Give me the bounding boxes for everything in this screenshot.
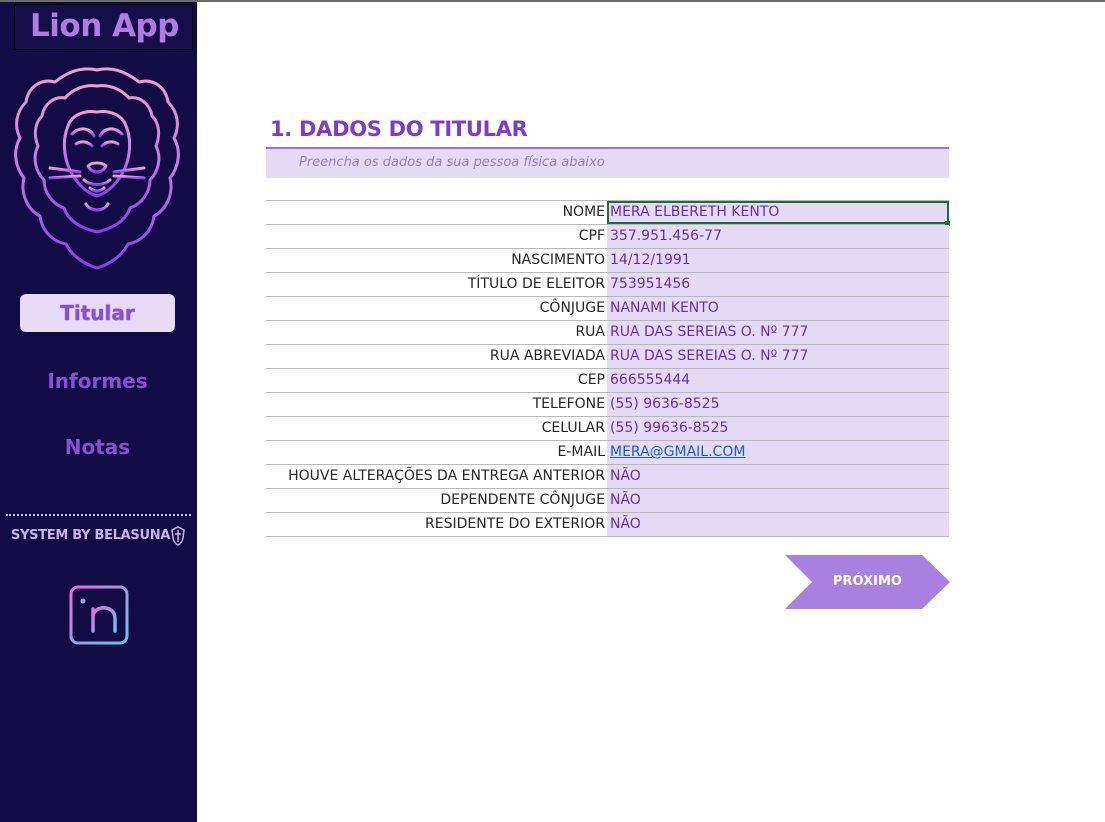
- nav-informes-button[interactable]: Informes: [20, 362, 175, 400]
- field-label: TELEFONE: [532, 396, 605, 412]
- linkedin-icon[interactable]: [69, 585, 129, 645]
- field-label: CELULAR: [541, 420, 605, 436]
- subtitle: Preencha os dados da sua pessoa física a…: [299, 155, 605, 170]
- field-value-alteracoes[interactable]: NÃO: [607, 465, 949, 488]
- field-value-rua[interactable]: RUA DAS SEREIAS O. Nº 777: [607, 321, 949, 344]
- field-label: RUA ABREVIADA: [489, 348, 605, 364]
- field-row-dependente-conjuge: DEPENDENTE CÔNJUGE NÃO: [266, 489, 949, 513]
- field-row-residente-exterior: RESIDENTE DO EXTERIOR NÃO: [266, 513, 949, 537]
- field-label: CPF: [578, 228, 605, 244]
- lion-logo: [14, 67, 180, 270]
- field-row-cpf: CPF 357.951.456-77: [266, 225, 949, 249]
- field-value-cep[interactable]: 666555444: [607, 369, 949, 392]
- field-row-celular: CELULAR (55) 99636-8525: [266, 417, 949, 441]
- field-label: NOME: [562, 204, 605, 220]
- field-row-titulo-eleitor: TÍTULO DE ELEITOR 753951456: [266, 273, 949, 297]
- field-value-dependente-conjuge[interactable]: NÃO: [607, 489, 949, 512]
- credit-text: SYSTEM BY BELASUNA: [11, 528, 171, 543]
- field-label: DEPENDENTE CÔNJUGE: [440, 492, 605, 508]
- field-value-celular[interactable]: (55) 99636-8525: [607, 417, 949, 440]
- field-value-nome[interactable]: MERA ELBERETH KENTO: [607, 201, 949, 224]
- field-value-residente-exterior[interactable]: NÃO: [607, 513, 949, 536]
- nav-notas-button[interactable]: Notas: [20, 428, 175, 466]
- field-row-cep: CEP 666555444: [266, 369, 949, 393]
- field-value-conjuge[interactable]: NANAMI KENTO: [607, 297, 949, 320]
- sidebar: Lion App Titular Informes Notas SYSTEM B…: [0, 2, 197, 822]
- field-row-rua: RUA RUA DAS SEREIAS O. Nº 777: [266, 321, 949, 345]
- field-label: CEP: [577, 372, 605, 388]
- field-row-email: E-MAIL MERA@GMAIL.COM: [266, 441, 949, 465]
- field-value-titulo-eleitor[interactable]: 753951456: [607, 273, 949, 296]
- field-row-alteracoes: HOUVE ALTERAÇÕES DA ENTREGA ANTERIOR NÃO: [266, 465, 949, 489]
- field-value-rua-abreviada[interactable]: RUA DAS SEREIAS O. Nº 777: [607, 345, 949, 368]
- field-value-email-link[interactable]: MERA@GMAIL.COM: [607, 441, 949, 464]
- field-row-nascimento: NASCIMENTO 14/12/1991: [266, 249, 949, 273]
- app-title: Lion App: [30, 8, 179, 44]
- shield-sword-icon: [171, 526, 185, 546]
- field-label: RESIDENTE DO EXTERIOR: [425, 516, 605, 532]
- titular-form: NOME MERA ELBERETH KENTO CPF 357.951.456…: [266, 200, 950, 537]
- field-label: CÔNJUGE: [539, 300, 605, 316]
- field-row-rua-abreviada: RUA ABREVIADA RUA DAS SEREIAS O. Nº 777: [266, 345, 949, 369]
- field-value-cpf[interactable]: 357.951.456-77: [607, 225, 949, 248]
- section-title: 1. DADOS DO TITULAR: [270, 117, 528, 141]
- app-title-box: Lion App: [14, 4, 193, 50]
- field-value-nascimento[interactable]: 14/12/1991: [607, 249, 949, 272]
- field-row-nome: NOME MERA ELBERETH KENTO: [266, 201, 950, 226]
- field-label: RUA: [575, 324, 605, 340]
- field-row-telefone: TELEFONE (55) 9636-8525: [266, 393, 949, 417]
- field-label: TÍTULO DE ELEITOR: [467, 276, 605, 292]
- subtitle-bar: Preencha os dados da sua pessoa física a…: [266, 149, 949, 178]
- field-label: NASCIMENTO: [511, 252, 605, 268]
- field-label: E-MAIL: [557, 444, 605, 460]
- sidebar-divider: [6, 514, 191, 516]
- nav-titular-button[interactable]: Titular: [20, 294, 175, 332]
- field-row-conjuge: CÔNJUGE NANAMI KENTO: [266, 297, 949, 321]
- next-button-label[interactable]: PRÓXIMO: [785, 555, 950, 609]
- field-value-telefone[interactable]: (55) 9636-8525: [607, 393, 949, 416]
- field-label: HOUVE ALTERAÇÕES DA ENTREGA ANTERIOR: [288, 468, 605, 484]
